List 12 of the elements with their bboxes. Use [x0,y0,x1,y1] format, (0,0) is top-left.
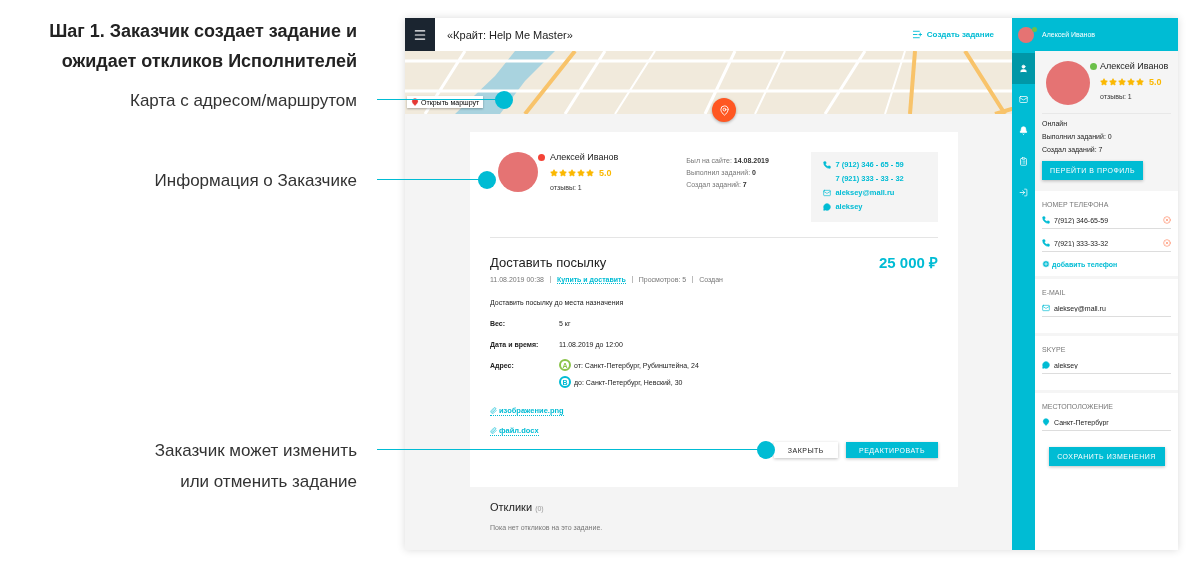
create-task-button[interactable]: Создать задание [905,28,1000,41]
rating: 5.0 [599,168,612,178]
rating: 5.0 [1149,77,1162,87]
callout-text: Информация о Заказчике [154,170,357,192]
app-title: «Крайт: Help Me Master» [447,28,574,41]
profile-name: Алексей Иванов [1100,61,1169,71]
callout-text: Заказчик может изменить или отменить задание [153,440,357,493]
step-heading: Шаг 1. Заказчик создает задание и ожидает откликов Исполнителей [48,20,357,73]
task-price: 25 000 ₽ [878,253,938,272]
customer-name: Алексей Иванов [550,152,619,162]
task-title: Доставить посылку [490,254,607,270]
callout-text: Карта с адресом/маршрутом [130,90,357,112]
